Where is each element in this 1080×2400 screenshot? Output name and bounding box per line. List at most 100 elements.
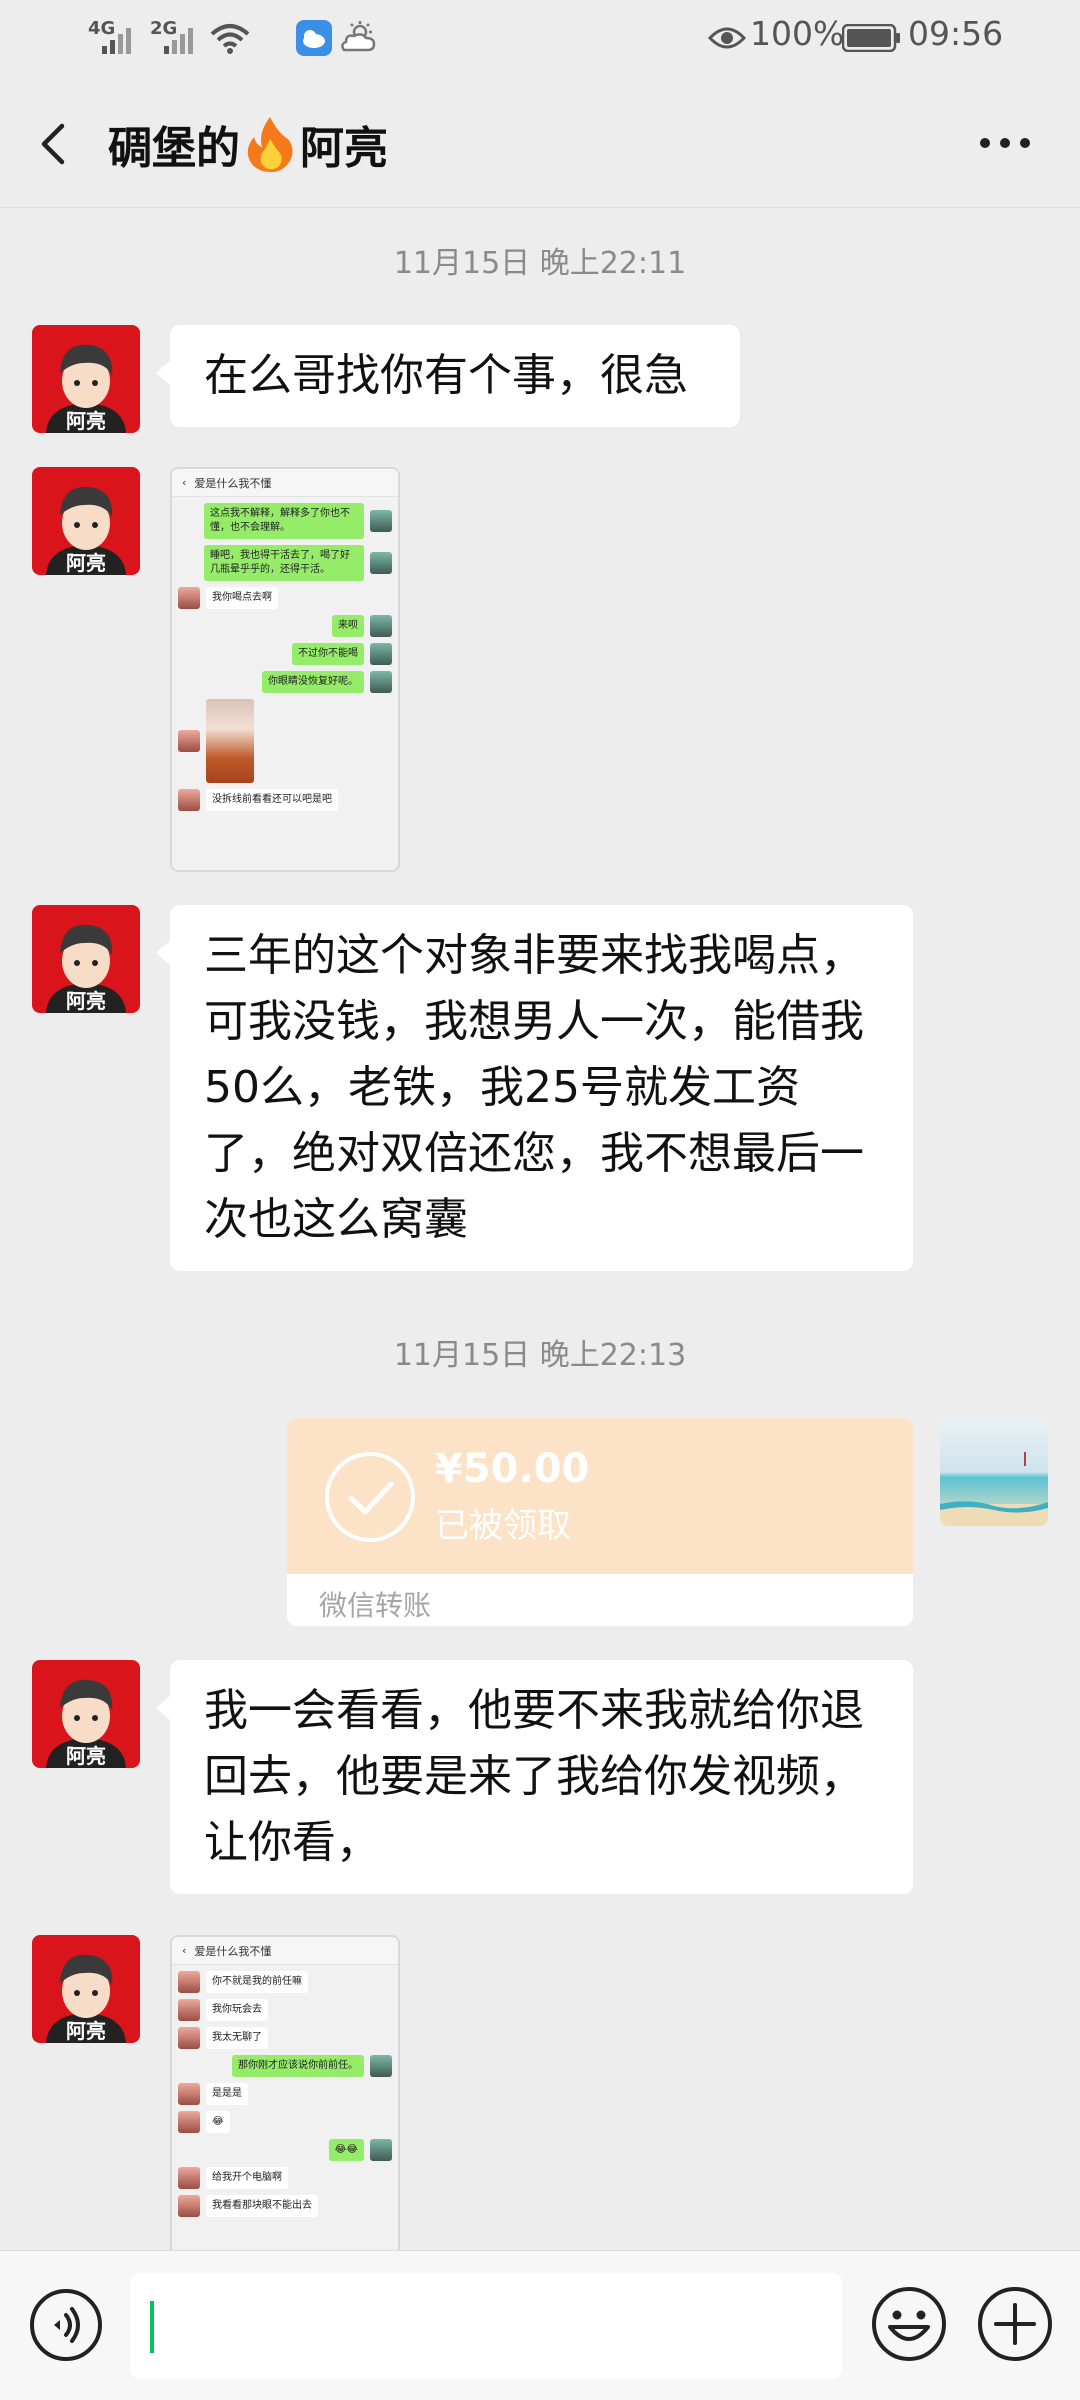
eye-icon — [708, 27, 746, 49]
more-dots-icon[interactable] — [970, 118, 1040, 168]
message-bubble[interactable]: 三年的这个对象非要来找我喝点，可我没钱，我想男人一次，能借我50么，老铁，我25… — [156, 905, 913, 1271]
avatar: 阿亮 — [32, 905, 140, 1013]
contact-avatar[interactable]: 阿亮 — [32, 467, 140, 575]
message-bubble[interactable]: 在么哥找你有个事，很急 — [156, 325, 740, 427]
screenshot-avatar — [178, 2195, 200, 2217]
contact-avatar[interactable]: 阿亮 — [32, 905, 140, 1013]
avatar: 阿亮 — [32, 325, 140, 433]
screenshot-avatar — [370, 552, 392, 574]
screenshot-bubble: 睡吧，我也得干活去了，喝了好几瓶晕乎乎的，还得干活。 — [204, 545, 364, 581]
screenshot-bubble: 我你玩会去 — [206, 1999, 268, 2021]
screenshot-row: 你眼睛没恢复好呢。 — [178, 671, 392, 693]
screenshot-avatar — [178, 2111, 200, 2133]
screenshot-row: 那你刚才应该说你前前任。 — [178, 2055, 392, 2077]
screenshot-bubble: 😂😂 — [328, 2139, 364, 2161]
contact-avatar[interactable]: 阿亮 — [32, 1935, 140, 2043]
screenshot-bubble: 我太无聊了 — [206, 2027, 268, 2049]
transfer-card[interactable]: ¥50.00 已被领取 微信转账 — [287, 1418, 913, 1626]
screenshot-bubble: 我你喝点去啊 — [206, 587, 278, 609]
screenshot-bubble: 😂 — [206, 2111, 230, 2133]
screenshot-row: 我你喝点去啊 — [178, 587, 392, 609]
screenshot-row: 不过你不能喝 — [178, 643, 392, 665]
voice-input-icon[interactable] — [28, 2287, 104, 2363]
screenshot-row: 我看看那块眼不能出去 — [178, 2195, 392, 2217]
screenshot-header: ‹ 爱是什么我不懂 — [172, 469, 398, 497]
avatar: 阿亮 — [32, 1935, 140, 2043]
wifi-icon — [210, 24, 250, 54]
weather-app-icon — [296, 20, 332, 56]
transfer-label: 微信转账 — [287, 1574, 913, 1626]
screenshot-avatar — [178, 2167, 200, 2189]
transfer-status: 已被领取 — [435, 1506, 571, 1546]
screenshot-row: 这点我不解释，解释多了你也不懂，也不会理解。 — [178, 503, 392, 539]
screenshot-title: 爱是什么我不懂 — [194, 1944, 272, 1958]
back-chevron-icon[interactable] — [28, 116, 84, 172]
screenshot-bubble: 不过你不能喝 — [292, 643, 364, 665]
emoji-icon[interactable] — [870, 2285, 948, 2363]
message-input[interactable] — [130, 2273, 842, 2379]
avatar-label: 阿亮 — [66, 409, 106, 433]
signal-4g-icon — [102, 28, 131, 54]
my-avatar[interactable] — [940, 1418, 1048, 1526]
screenshot-bubble: 是是是 — [206, 2083, 248, 2105]
screenshot-row: 你不就是我的前任嘛 — [178, 1971, 392, 1993]
screenshot-avatar — [178, 730, 200, 752]
screenshot-bubble: 给我开个电脑啊 — [206, 2167, 288, 2189]
screenshot-body: 这点我不解释，解释多了你也不懂，也不会理解。 睡吧，我也得干活去了，喝了好几瓶晕乎… — [172, 503, 398, 811]
screenshot-avatar — [370, 510, 392, 532]
screenshot-row: 😂😂 — [178, 2139, 392, 2161]
screenshot-bubble: 你眼睛没恢复好呢。 — [262, 671, 364, 693]
screenshot-row: 给我开个电脑啊 — [178, 2167, 392, 2189]
chevron-left-icon: ‹ — [182, 1944, 187, 1957]
screenshot-bubble: 那你刚才应该说你前前任。 — [232, 2055, 364, 2077]
screenshot-bubble: 你不就是我的前任嘛 — [206, 1971, 308, 1993]
chat-header: 碉堡的 阿亮 — [0, 80, 1080, 208]
screenshot-bubble: 我看看那块眼不能出去 — [206, 2195, 318, 2217]
plus-icon[interactable] — [976, 2285, 1054, 2363]
contact-avatar[interactable]: 阿亮 — [32, 325, 140, 433]
screenshot-row: 没拆线前看看还可以吧是吧 — [178, 789, 392, 811]
input-bar — [0, 2250, 1080, 2400]
screenshot-avatar — [370, 2055, 392, 2077]
transfer-card-body: ¥50.00 已被领取 — [287, 1418, 913, 1574]
screenshot-photo — [206, 699, 254, 783]
status-bar: 4G 2G 100% 09:56 — [0, 0, 1080, 80]
message-bubble[interactable]: 我一会看看，他要不来我就给你退回去，他要是来了我给你发视频，让你看， — [156, 1660, 913, 1894]
screenshot-row: 来呗 — [178, 615, 392, 637]
text-cursor — [150, 2301, 154, 2353]
chat-title: 碉堡的 阿亮 — [108, 112, 388, 176]
screenshot-avatar — [370, 615, 392, 637]
screenshot-avatar — [370, 643, 392, 665]
screenshot-row: 睡吧，我也得干活去了，喝了好几瓶晕乎乎的，还得干活。 — [178, 545, 392, 581]
screenshot-title: 爱是什么我不懂 — [194, 476, 272, 490]
screenshot-avatar — [178, 1971, 200, 1993]
screenshot-row — [178, 699, 392, 783]
battery-icon — [842, 24, 900, 52]
weather-sun-cloud-icon — [341, 21, 376, 52]
timestamp: 11月15日 晚上22:11 — [393, 246, 687, 281]
clock: 09:56 — [908, 14, 1004, 53]
screenshot-bubble: 没拆线前看看还可以吧是吧 — [206, 789, 338, 811]
screenshot-row: 我太无聊了 — [178, 2027, 392, 2049]
image-message[interactable]: ‹ 爱是什么我不懂 这点我不解释，解释多了你也不懂，也不会理解。 睡吧，我也得干活去… — [170, 467, 400, 872]
screenshot-bubble: 来呗 — [332, 615, 364, 637]
screenshot-row: 😂 — [178, 2111, 392, 2133]
avatar — [940, 1418, 1048, 1526]
contact-avatar[interactable]: 阿亮 — [32, 1660, 140, 1768]
battery-percent: 100% — [750, 14, 845, 53]
screenshot-bubble: 这点我不解释，解释多了你也不懂，也不会理解。 — [204, 503, 364, 539]
chevron-left-icon: ‹ — [182, 476, 187, 489]
timestamp: 11月15日 晚上22:13 — [393, 1338, 687, 1373]
screenshot-header: ‹ 爱是什么我不懂 — [172, 1937, 398, 1965]
screenshot-row: 是是是 — [178, 2083, 392, 2105]
screenshot-avatar — [370, 671, 392, 693]
transfer-amount: ¥50.00 — [435, 1446, 590, 1492]
avatar-label: 阿亮 — [66, 551, 106, 575]
avatar-label: 阿亮 — [66, 2019, 106, 2043]
screenshot-body: 你不就是我的前任嘛 我你玩会去 我太无聊了 那你刚才应该说你前前任。 是是是 😂 😂😂 给我开… — [172, 1971, 398, 2217]
image-message[interactable]: ‹ 爱是什么我不懂 你不就是我的前任嘛 我你玩会去我太无聊了那你刚才应该说你前前任。… — [170, 1935, 400, 2250]
screenshot-row: 我你玩会去 — [178, 1999, 392, 2021]
screenshot-avatar — [178, 587, 200, 609]
screenshot-avatar — [178, 789, 200, 811]
screenshot-avatar — [178, 2083, 200, 2105]
